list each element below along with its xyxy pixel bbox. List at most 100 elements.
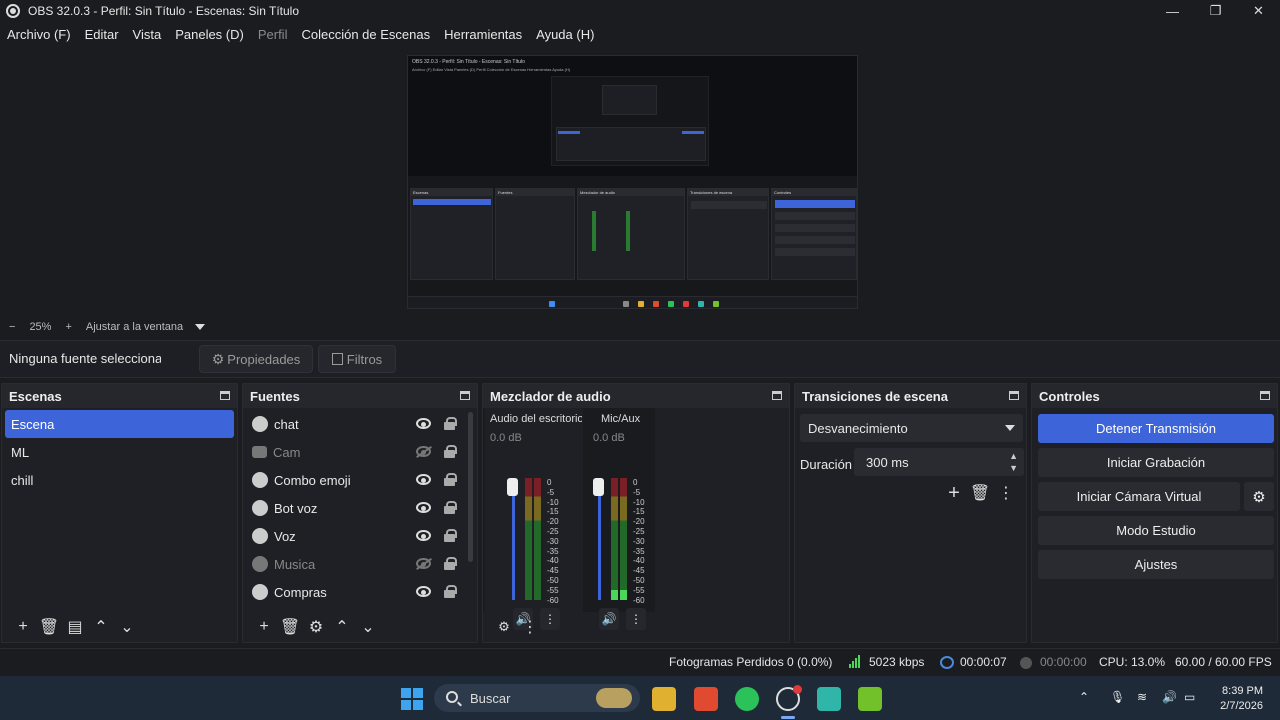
source-toolbar: Ninguna fuente seleccionada ⚙ Propiedade… <box>0 340 1280 378</box>
zoom-value: 25% <box>29 321 52 333</box>
zoom-dropdown-icon[interactable] <box>195 324 206 330</box>
hidden-eye-icon[interactable] <box>416 446 431 457</box>
start-recording-button[interactable]: Iniciar Grabación <box>1038 448 1274 477</box>
visibility-eye-icon[interactable] <box>416 418 431 429</box>
add-source-icon[interactable]: + <box>251 616 277 638</box>
channel-name: Mic/Aux <box>601 413 641 425</box>
undock-icon[interactable] <box>1260 391 1270 400</box>
brave-browser-icon[interactable] <box>694 687 718 711</box>
volume-fader-handle[interactable] <box>507 478 518 496</box>
source-row-combo-emoji[interactable]: Combo emoji <box>243 466 477 494</box>
lock-icon[interactable] <box>444 557 457 570</box>
windows-start-icon[interactable] <box>400 687 424 711</box>
properties-button[interactable]: ⚙ Propiedades <box>199 345 313 373</box>
scene-item-escena[interactable]: Escena <box>5 410 234 438</box>
close-button[interactable]: ✕ <box>1237 0 1280 22</box>
microphone-icon[interactable]: 🎙 <box>1110 690 1125 704</box>
spinner-icon[interactable]: ▲ ▼ <box>1009 450 1018 474</box>
undock-icon[interactable] <box>220 391 230 400</box>
fps: 60.00 / 60.00 FPS <box>1175 655 1272 669</box>
volume-fader-track[interactable] <box>512 478 515 600</box>
gear-icon[interactable]: ⚙ <box>1244 482 1274 511</box>
source-row-bot-voz[interactable]: Bot voz <box>243 494 477 522</box>
menu-vista[interactable]: Vista <box>133 27 162 42</box>
lock-icon[interactable] <box>444 473 457 486</box>
lock-icon[interactable] <box>444 529 457 542</box>
duration-input[interactable]: 300 ms ▲ ▼ <box>854 448 1024 476</box>
preview-thumb-title: OBS 32.0.3 - Perfil: Sin Título - Escena… <box>412 59 525 65</box>
scene-item-chill[interactable]: chill <box>5 466 234 494</box>
menu-ayuda[interactable]: Ayuda (H) <box>536 27 594 42</box>
visibility-eye-icon[interactable] <box>416 474 431 485</box>
transition-select[interactable]: Desvanecimiento <box>800 414 1023 442</box>
trash-icon[interactable]: 🗑 <box>967 482 993 504</box>
move-up-icon[interactable]: ⌃ <box>329 616 355 638</box>
menu-editar[interactable]: Editar <box>85 27 119 42</box>
visibility-eye-icon[interactable] <box>416 502 431 513</box>
volume-icon[interactable]: 🔊 <box>1162 690 1177 704</box>
maximize-button[interactable]: ❐ <box>1194 0 1237 22</box>
virtual-camera-button[interactable]: Iniciar Cámara Virtual <box>1038 482 1240 511</box>
tray-chevron-icon[interactable]: ⌃ <box>1079 690 1089 704</box>
source-row-voz[interactable]: Voz <box>243 522 477 550</box>
taskbar-clock[interactable]: 8:39 PM 2/7/2026 <box>1210 684 1263 714</box>
spotify-icon[interactable] <box>735 687 759 711</box>
stop-stream-button[interactable]: Detener Transmisión <box>1038 414 1274 443</box>
source-row-compras[interactable]: Compras <box>243 578 477 606</box>
volume-fader-track[interactable] <box>598 478 601 600</box>
lock-icon[interactable] <box>444 585 457 598</box>
advanced-audio-icon[interactable]: ⚙ <box>491 616 517 638</box>
source-row-chat[interactable]: chat <box>243 410 477 438</box>
taskbar-search[interactable]: Buscar <box>434 684 640 712</box>
move-down-icon[interactable]: ⌄ <box>355 616 381 638</box>
lock-icon[interactable] <box>444 501 457 514</box>
trash-icon[interactable]: 🗑 <box>36 616 62 638</box>
mixer-menu-icon[interactable]: ⋮ <box>517 616 543 638</box>
app-icon-teal[interactable] <box>817 687 841 711</box>
undock-icon[interactable] <box>1009 391 1019 400</box>
undock-icon[interactable] <box>772 391 782 400</box>
zoom-in-button[interactable]: + <box>65 321 71 333</box>
duration-value: 300 ms <box>866 454 909 470</box>
trash-icon[interactable]: 🗑 <box>277 616 303 638</box>
status-bar: Fotogramas Perdidos 0 (0.0%) 5023 kbps 0… <box>0 648 1280 676</box>
move-up-icon[interactable]: ⌃ <box>88 616 114 638</box>
wifi-icon[interactable]: ≋ <box>1137 690 1147 704</box>
scene-filters-icon[interactable]: ▤ <box>62 616 88 638</box>
source-row-musica[interactable]: Musica <box>243 550 477 578</box>
menu-paneles[interactable]: Paneles (D) <box>175 27 244 42</box>
source-row-cam[interactable]: Cam <box>243 438 477 466</box>
menu-coleccion-escenas[interactable]: Colección de Escenas <box>301 27 430 42</box>
lock-icon[interactable] <box>444 445 457 458</box>
battery-icon[interactable]: ▭ <box>1184 690 1195 704</box>
no-source-label: Ninguna fuente seleccionada <box>9 351 161 366</box>
nvidia-icon[interactable] <box>858 687 882 711</box>
clock-date: 2/7/2026 <box>1220 700 1263 712</box>
volume-fader-handle[interactable] <box>593 478 604 496</box>
visibility-eye-icon[interactable] <box>416 530 431 541</box>
zoom-fit-label[interactable]: Ajustar a la ventana <box>86 321 183 333</box>
settings-button[interactable]: Ajustes <box>1038 550 1274 579</box>
menu-archivo[interactable]: Archivo (F) <box>7 27 71 42</box>
sources-scrollbar[interactable] <box>468 412 473 562</box>
undock-icon[interactable] <box>460 391 470 400</box>
file-explorer-icon[interactable] <box>652 687 676 711</box>
add-transition-icon[interactable]: + <box>941 482 967 504</box>
lock-icon[interactable] <box>444 417 457 430</box>
studio-mode-button[interactable]: Modo Estudio <box>1038 516 1274 545</box>
add-scene-icon[interactable]: + <box>10 616 36 638</box>
source-settings-icon[interactable]: ⚙ <box>303 616 329 638</box>
transition-menu-icon[interactable]: ⋮ <box>993 482 1019 504</box>
meter-scale-tick: -50 <box>547 575 559 585</box>
scene-item-ml[interactable]: ML <box>5 438 234 466</box>
menu-herramientas[interactable]: Herramientas <box>444 27 522 42</box>
obs-taskbar-icon[interactable] <box>776 685 802 711</box>
preview-canvas[interactable]: OBS 32.0.3 - Perfil: Sin Título - Escena… <box>407 55 858 309</box>
filters-button[interactable]: Filtros <box>318 345 396 373</box>
search-placeholder: Buscar <box>470 690 511 706</box>
move-down-icon[interactable]: ⌄ <box>114 616 140 638</box>
hidden-eye-icon[interactable] <box>416 558 431 569</box>
zoom-out-button[interactable]: − <box>9 321 15 333</box>
visibility-eye-icon[interactable] <box>416 586 431 597</box>
minimize-button[interactable]: — <box>1151 0 1194 22</box>
